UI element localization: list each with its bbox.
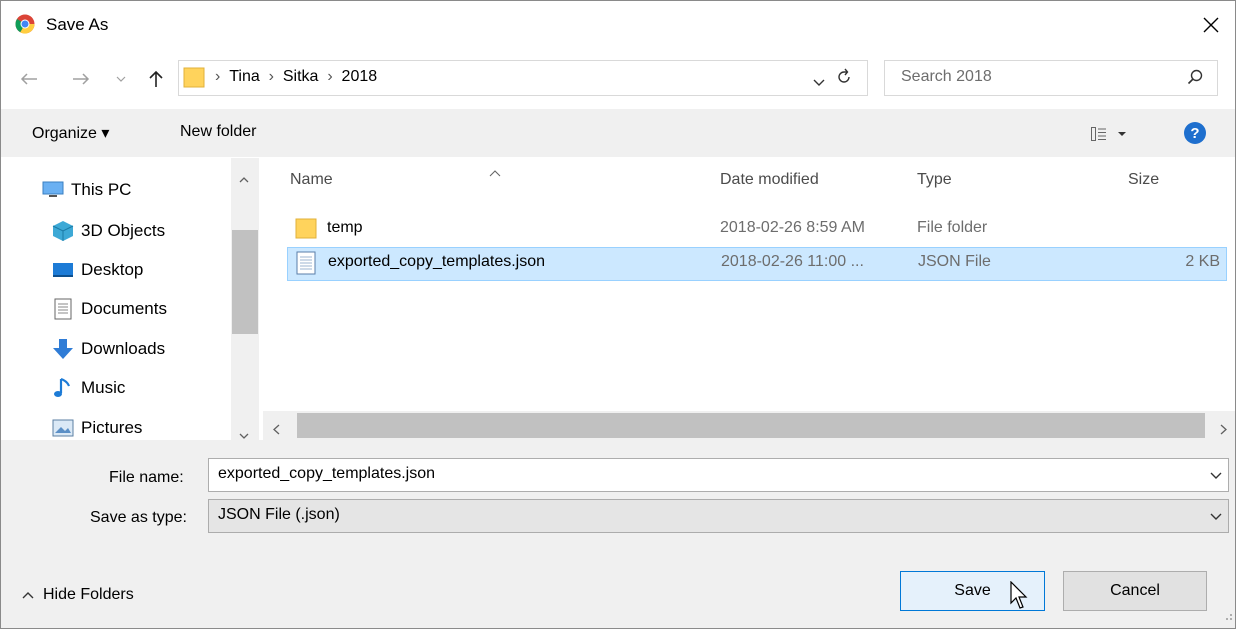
file-date: 2018-02-26 8:59 AM: [720, 219, 865, 236]
file-name-label: File name:: [109, 469, 184, 486]
file-date: 2018-02-26 11:00 ...: [721, 253, 864, 270]
sidebar-item-label: This PC: [71, 180, 132, 199]
refresh-icon: [838, 68, 850, 83]
desktop-icon: [51, 258, 75, 282]
help-button[interactable]: ?: [1183, 121, 1207, 150]
chevron-down-icon: [813, 79, 825, 86]
close-button[interactable]: [1187, 1, 1235, 49]
file-type: JSON File: [918, 253, 991, 270]
music-icon: [51, 376, 75, 400]
hide-folders-label: Hide Folders: [43, 586, 134, 603]
sidebar-item-label: 3D Objects: [81, 221, 166, 240]
json-file-icon: [296, 251, 316, 280]
sidebar-item-pictures[interactable]: Pictures: [51, 413, 142, 443]
file-name: exported_copy_templates.json: [328, 253, 546, 270]
sidebar-scroll-thumb[interactable]: [232, 230, 258, 334]
arrow-up-icon: [149, 70, 163, 87]
cube-icon: [51, 219, 75, 243]
new-folder-button[interactable]: New folder: [180, 123, 256, 141]
scroll-left-arrow-icon[interactable]: [273, 420, 280, 440]
arrow-left-icon: [20, 73, 37, 85]
file-type: File folder: [917, 219, 988, 236]
sidebar-item-music[interactable]: Music: [51, 373, 125, 403]
sidebar-item-label: Pictures: [81, 418, 143, 437]
folder-icon: [183, 65, 205, 94]
file-list-scroll-thumb[interactable]: [297, 413, 1205, 438]
column-header-date-modified[interactable]: Date modified: [720, 171, 819, 189]
breadcrumb-item-tina[interactable]: Tina: [229, 68, 260, 85]
sidebar-item-downloads[interactable]: Downloads: [51, 334, 165, 364]
address-bar[interactable]: › Tina › Sitka › 2018: [178, 60, 868, 96]
download-icon: [51, 337, 75, 361]
breadcrumb: › Tina › Sitka › 2018: [215, 68, 378, 85]
scroll-right-arrow-icon[interactable]: [1220, 420, 1227, 440]
view-details-icon: [1091, 127, 1126, 141]
sidebar-item-label: Desktop: [81, 260, 144, 279]
up-button[interactable]: [142, 65, 170, 93]
file-size: 2 KB: [1185, 253, 1220, 270]
sidebar-item-documents[interactable]: Documents: [51, 294, 167, 324]
sidebar-item-3d-objects[interactable]: 3D Objects: [51, 216, 165, 246]
breadcrumb-item-2018[interactable]: 2018: [342, 68, 378, 85]
search-icon: [1187, 69, 1203, 90]
file-list: [263, 158, 1235, 411]
hide-folders-button[interactable]: Hide Folders: [22, 586, 134, 604]
chrome-icon: [15, 14, 35, 34]
cancel-button[interactable]: Cancel: [1063, 571, 1207, 611]
resize-grip-icon[interactable]: [1221, 606, 1233, 626]
sort-ascending-icon: [489, 162, 501, 182]
svg-text:?: ?: [1190, 125, 1199, 142]
save-type-value: JSON File (.json): [218, 506, 340, 523]
sidebar-item-this-pc[interactable]: This PC: [41, 175, 131, 205]
column-header-size[interactable]: Size: [1128, 171, 1159, 189]
window-title: Save As: [46, 15, 109, 34]
save-button-label: Save: [954, 582, 991, 599]
navigation-pane: This PC 3D Objects Desktop Documents Dow…: [1, 158, 259, 440]
scroll-up-arrow-icon[interactable]: [239, 168, 249, 188]
sidebar-item-label: Downloads: [81, 339, 166, 358]
close-icon: [1203, 17, 1219, 33]
command-bar: Organize ▾ New folder ?: [1, 109, 1235, 157]
file-name: temp: [327, 219, 363, 236]
mouse-cursor-icon: [1009, 580, 1033, 616]
sidebar-item-label: Documents: [81, 299, 167, 318]
back-button[interactable]: [15, 65, 43, 93]
column-header-type[interactable]: Type: [917, 171, 952, 189]
chevron-up-icon: [22, 592, 34, 599]
forward-button[interactable]: [67, 65, 95, 93]
table-row[interactable]: temp 2018-02-26 8:59 AM File folder: [287, 213, 1227, 245]
save-type-select[interactable]: JSON File (.json): [208, 499, 1229, 533]
breadcrumb-item-sitka[interactable]: Sitka: [283, 68, 319, 85]
sidebar-item-desktop[interactable]: Desktop: [51, 255, 143, 285]
save-form: File name: exported_copy_templates.json …: [1, 440, 1235, 628]
computer-icon: [41, 178, 65, 202]
save-as-dialog: Save As › Tina › Sitka › 2018 Search 201…: [0, 0, 1236, 629]
search-placeholder: Search 2018: [901, 68, 992, 85]
title-bar: Save As: [1, 1, 1235, 51]
file-name-value: exported_copy_templates.json: [218, 465, 436, 482]
file-name-field[interactable]: exported_copy_templates.json: [208, 458, 1229, 492]
folder-icon: [295, 216, 317, 245]
help-icon: ?: [1184, 122, 1206, 144]
save-type-label: Save as type:: [90, 509, 187, 526]
refresh-button[interactable]: [835, 68, 853, 91]
recent-locations-button[interactable]: [111, 65, 131, 93]
documents-icon: [51, 297, 75, 321]
chevron-down-icon: [116, 76, 126, 82]
view-options-button[interactable]: [1091, 126, 1131, 146]
cancel-button-label: Cancel: [1110, 582, 1160, 599]
organize-button[interactable]: Organize ▾: [32, 123, 109, 143]
column-header-name[interactable]: Name: [290, 171, 333, 189]
search-input[interactable]: Search 2018: [884, 60, 1218, 96]
table-row[interactable]: exported_copy_templates.json 2018-02-26 …: [287, 247, 1227, 281]
chevron-down-icon[interactable]: [1210, 465, 1222, 485]
chevron-down-icon[interactable]: [1210, 506, 1222, 526]
sidebar-item-label: Music: [81, 378, 126, 397]
pictures-icon: [51, 416, 75, 440]
arrow-right-icon: [73, 73, 90, 85]
address-dropdown-button[interactable]: [813, 72, 825, 92]
